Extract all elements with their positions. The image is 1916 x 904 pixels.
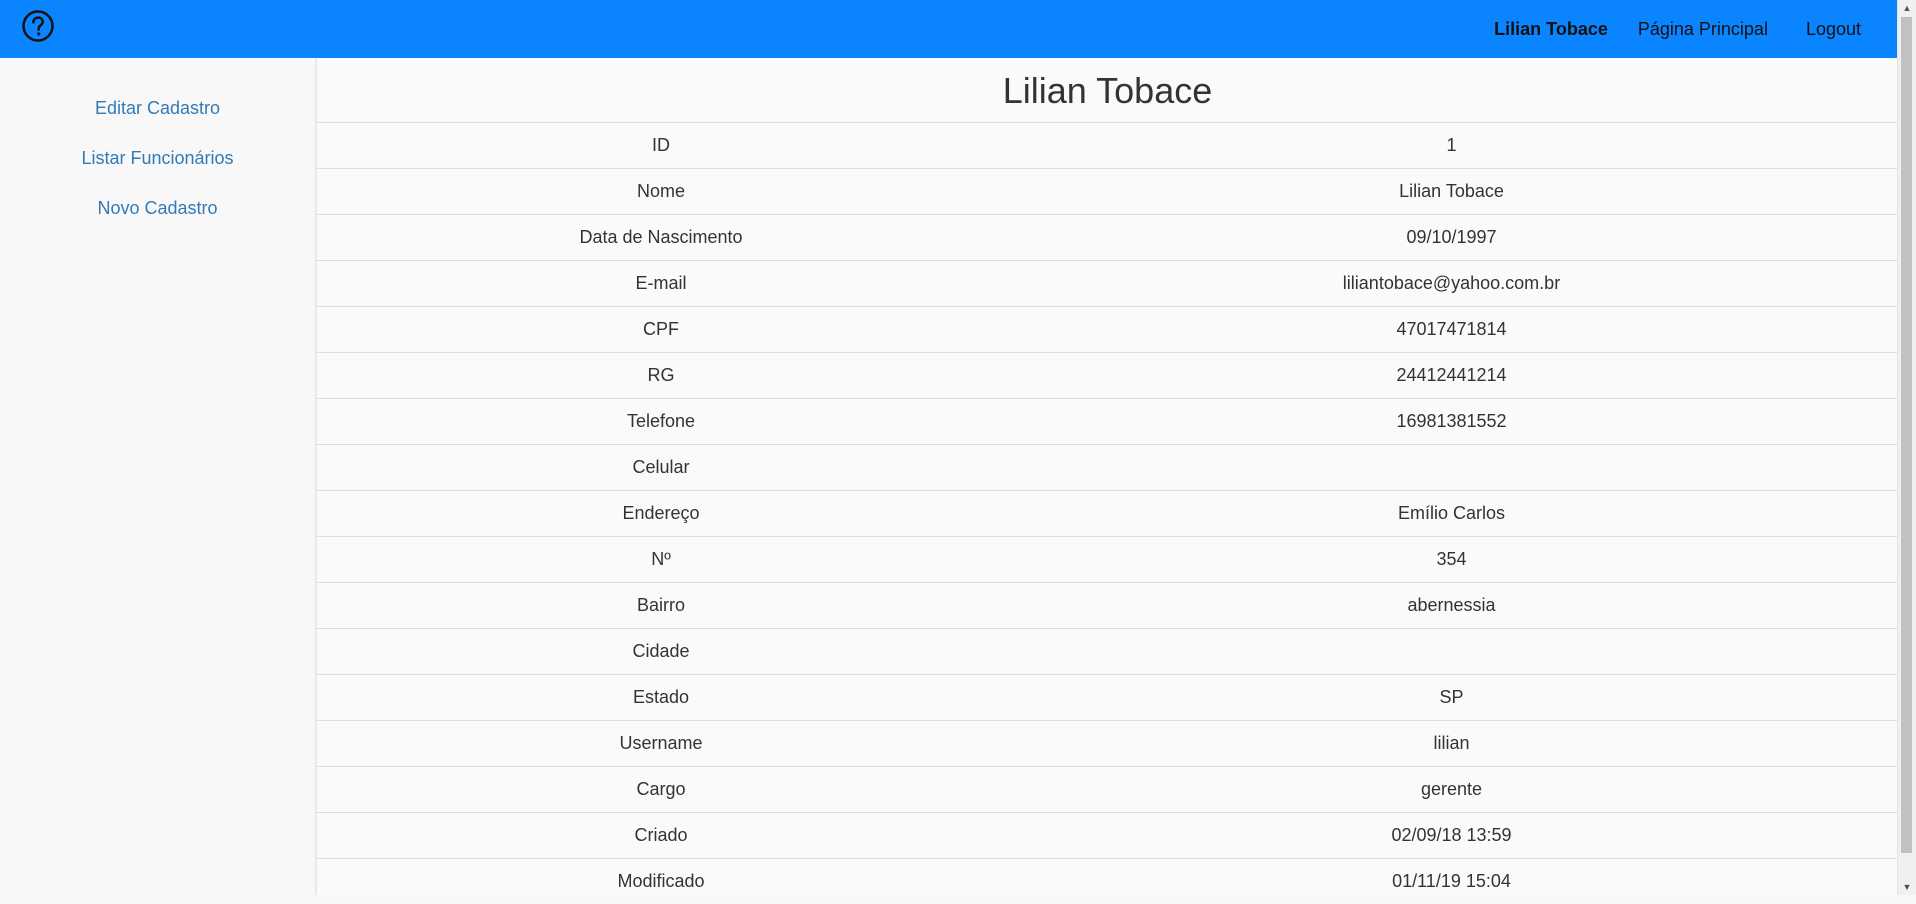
sidebar-item-listar-funcionarios[interactable]: Listar Funcionários — [0, 148, 315, 169]
field-value: 24412441214 — [1396, 365, 1507, 385]
field-label: Estado — [632, 687, 690, 707]
nav-logout-link[interactable]: Logout — [1806, 19, 1861, 40]
field-label: Bairro — [636, 595, 685, 615]
nav-home-link[interactable]: Página Principal — [1638, 19, 1768, 40]
top-navbar: Lilian Tobace Página Principal Logout — [0, 0, 1898, 58]
table-row: Endereço Emílio Carlos — [317, 490, 1898, 536]
help-circle-icon[interactable] — [21, 9, 55, 43]
field-label: Cidade — [632, 641, 690, 661]
field-label: RG — [647, 365, 675, 385]
table-row: ID 1 — [317, 122, 1898, 168]
main-content: Lilian Tobace ID 1 Nome Lilian Tobace Data d… — [317, 58, 1898, 895]
field-value: Lilian Tobace — [1399, 181, 1504, 201]
table-row: Nº 354 — [317, 536, 1898, 582]
table-row: Username lilian — [317, 720, 1898, 766]
field-value: 1 — [1446, 135, 1457, 155]
field-value: 354 — [1436, 549, 1467, 569]
table-row: Criado 02/09/18 13:59 — [317, 812, 1898, 858]
field-label: Celular — [632, 457, 690, 477]
field-label: E-mail — [635, 273, 687, 293]
field-label: Nº — [651, 549, 671, 569]
field-label: Endereço — [622, 503, 700, 523]
field-value: 47017471814 — [1396, 319, 1507, 339]
field-value: 01/11/19 15:04 — [1392, 871, 1511, 891]
field-value: Emílio Carlos — [1397, 503, 1506, 523]
scroll-down-arrow-icon[interactable]: ▼ — [1898, 879, 1916, 895]
table-row: Bairro abernessia — [317, 582, 1898, 628]
field-label: CPF — [643, 319, 679, 339]
table-row: Cargo gerente — [317, 766, 1898, 812]
scrollbar-thumb[interactable] — [1901, 17, 1912, 853]
field-label: Cargo — [636, 779, 686, 799]
page-title: Lilian Tobace — [1002, 70, 1213, 111]
field-label: Data de Nascimento — [579, 227, 743, 247]
table-row: CPF 47017471814 — [317, 306, 1898, 352]
table-row: Celular — [317, 444, 1898, 490]
vertical-scrollbar[interactable]: ▲ ▼ — [1897, 0, 1916, 895]
field-value: 16981381552 — [1396, 411, 1507, 431]
table-row: Nome Lilian Tobace — [317, 168, 1898, 214]
field-value: 02/09/18 13:59 — [1391, 825, 1512, 845]
field-label: Modificado — [617, 871, 705, 891]
table-row: Telefone 16981381552 — [317, 398, 1898, 444]
employee-detail-table: ID 1 Nome Lilian Tobace Data de Nascimento 09… — [317, 122, 1898, 904]
field-value: gerente — [1420, 779, 1483, 799]
nav-links: Lilian Tobace Página Principal Logout — [1494, 0, 1898, 58]
field-value: 09/10/1997 — [1406, 227, 1497, 247]
field-value: SP — [1439, 687, 1464, 707]
nav-user-name[interactable]: Lilian Tobace — [1494, 19, 1608, 40]
field-label: ID — [652, 135, 670, 155]
table-row: E-mail liliantobace@yahoo.com.br — [317, 260, 1898, 306]
sidebar-item-novo-cadastro[interactable]: Novo Cadastro — [0, 198, 315, 219]
sidebar: Editar Cadastro Listar Funcionários Novo… — [0, 58, 317, 895]
table-row: Modificado 01/11/19 15:04 — [317, 858, 1898, 904]
table-row: Cidade — [317, 628, 1898, 674]
sidebar-item-editar-cadastro[interactable]: Editar Cadastro — [0, 98, 315, 119]
field-value: abernessia — [1407, 595, 1496, 615]
field-value: lilian — [1433, 733, 1470, 753]
scroll-up-arrow-icon[interactable]: ▲ — [1898, 0, 1916, 16]
field-label: Telefone — [626, 411, 696, 431]
field-value: liliantobace@yahoo.com.br — [1342, 273, 1561, 293]
field-label: Criado — [634, 825, 688, 845]
field-label: Nome — [636, 181, 685, 201]
table-row: Estado SP — [317, 674, 1898, 720]
table-row: Data de Nascimento 09/10/1997 — [317, 214, 1898, 260]
field-label: Username — [619, 733, 703, 753]
table-row: RG 24412441214 — [317, 352, 1898, 398]
